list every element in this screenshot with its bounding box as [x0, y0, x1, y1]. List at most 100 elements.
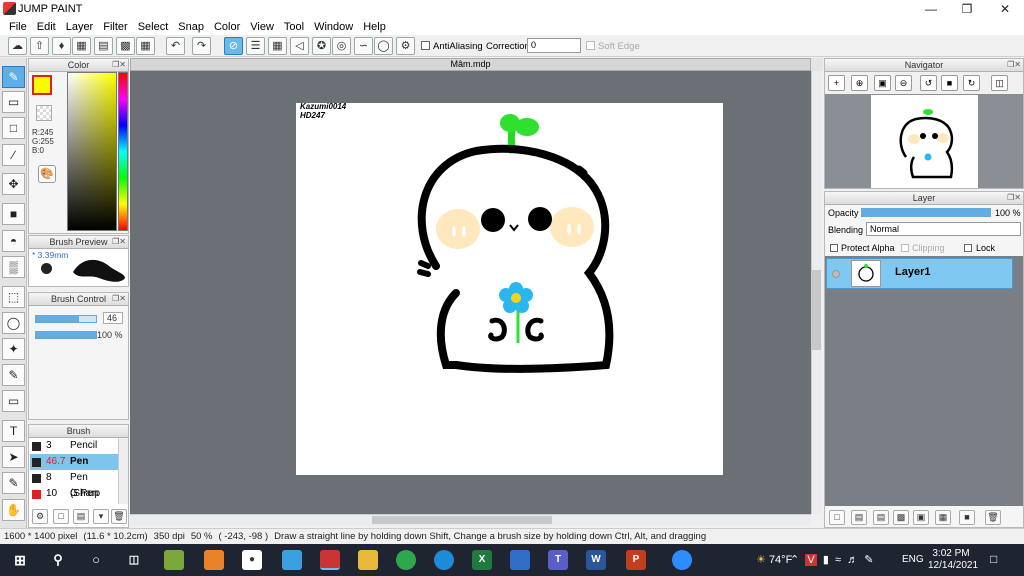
menu-file[interactable]: File [4, 21, 32, 33]
gradient-tool-icon[interactable]: ▒ [2, 256, 25, 278]
zoom-out-icon[interactable]: ⊖ [895, 75, 912, 91]
navigator-thumbnail[interactable] [871, 95, 978, 188]
blending-select[interactable]: Normal [866, 222, 1021, 236]
eraser-tool-icon[interactable]: ▭ [2, 91, 25, 113]
new-brush-icon[interactable]: □ [53, 509, 69, 524]
zoom-in-icon[interactable]: + [828, 75, 845, 91]
windows-start-icon[interactable]: ⊞ [10, 550, 30, 570]
menu-color[interactable]: Color [209, 21, 245, 33]
cross-snap-icon[interactable]: ▦ [268, 37, 287, 55]
folder-icon[interactable]: ▣ [913, 510, 929, 525]
menu-snap[interactable]: Snap [173, 21, 209, 33]
layer-visibility-icon[interactable] [832, 270, 840, 278]
pages-icon[interactable]: ▩ [116, 37, 135, 55]
minimize-icon[interactable]: — [914, 0, 948, 18]
search-icon[interactable]: ⚲ [48, 550, 68, 570]
saturation-value-picker[interactable] [67, 72, 117, 231]
share-icon[interactable]: ⇧ [30, 37, 49, 55]
copy-layer-icon[interactable]: ▤ [873, 510, 889, 525]
rotate-right-icon[interactable]: ↻ [963, 75, 980, 91]
select-pen-tool-icon[interactable]: ✎ [2, 364, 25, 386]
menu-select[interactable]: Select [133, 21, 174, 33]
taskbar-app-1-icon[interactable] [164, 550, 184, 570]
rectangle-tool-icon[interactable]: □ [2, 117, 25, 139]
palette-icon[interactable]: 🎨 [38, 165, 56, 183]
jump-paint-taskbar-icon[interactable] [320, 550, 340, 570]
menu-edit[interactable]: Edit [32, 21, 61, 33]
menu-layer[interactable]: Layer [61, 21, 99, 33]
select-eraser-tool-icon[interactable]: ▭ [2, 390, 25, 412]
hand-tool-icon[interactable]: ✋ [2, 499, 25, 521]
edge-icon[interactable] [434, 550, 454, 570]
panel-window-icon[interactable]: ❐✕ [1007, 193, 1021, 202]
tray-wifi-icon[interactable]: ≈ [835, 554, 841, 566]
bucket-tool-icon[interactable]: ◓ [2, 230, 25, 252]
comment-icon[interactable]: ♦ [52, 37, 71, 55]
brush-menu-icon[interactable]: ▾ [93, 509, 109, 524]
teams-icon[interactable]: T [548, 550, 568, 570]
close-icon[interactable]: ✕ [988, 0, 1022, 18]
tray-pen-icon[interactable]: ✎ [864, 554, 873, 566]
panel-window-icon[interactable]: ❐✕ [1007, 60, 1021, 69]
snap-off-icon[interactable]: ⊘ [224, 37, 243, 55]
excel-icon[interactable]: X [472, 550, 492, 570]
chat-icon[interactable]: ▦ [72, 37, 91, 55]
layer-opacity-slider[interactable] [861, 208, 991, 217]
hue-slider[interactable] [118, 72, 128, 231]
delete-brush-icon[interactable]: 🗑 [111, 509, 127, 524]
taskbar-clock[interactable]: 3:02 PM 12/14/2021 [928, 548, 978, 572]
vanishing-point-icon[interactable]: ◁ [290, 37, 309, 55]
menu-tool[interactable]: Tool [279, 21, 309, 33]
reset-view-icon[interactable]: ■ [941, 75, 958, 91]
word-icon[interactable]: W [586, 550, 606, 570]
tray-app-icon[interactable]: V [805, 554, 817, 566]
taskbar-app-4-icon[interactable] [510, 550, 530, 570]
document-icon[interactable]: ▤ [94, 37, 113, 55]
layer-row[interactable]: Layer1 [826, 258, 1013, 289]
brush-list-scrollbar[interactable] [118, 438, 128, 504]
language-indicator[interactable]: ENG [902, 554, 924, 565]
file-explorer-icon[interactable] [358, 550, 378, 570]
merge-down-icon[interactable]: ▦ [935, 510, 951, 525]
correction-select[interactable]: 0 [527, 38, 581, 53]
tray-volume-icon[interactable]: ♬ [847, 554, 858, 566]
radial-snap-icon[interactable]: ✪ [312, 37, 331, 55]
canvas-vertical-scroll-thumb[interactable] [812, 270, 821, 350]
canvas-horizontal-scroll-thumb[interactable] [372, 516, 552, 524]
eyedropper-tool-icon[interactable]: ✎ [2, 472, 25, 494]
panel-window-icon[interactable]: ❐✕ [112, 60, 126, 69]
taskbar-app-3-icon[interactable] [282, 550, 302, 570]
tray-battery-icon[interactable]: ▮ [823, 554, 829, 566]
weather-widget[interactable]: ☀ 74°F [756, 553, 792, 566]
soft-edge-checkbox[interactable] [586, 41, 595, 50]
brush-item-pencil[interactable]: 3 Pencil [30, 438, 118, 454]
halftone-layer-icon[interactable]: ▩ [893, 510, 909, 525]
layer-mask-icon[interactable]: ■ [959, 510, 975, 525]
antialiasing-checkbox[interactable] [421, 41, 430, 50]
undo-icon[interactable]: ↶ [166, 37, 185, 55]
maximize-icon[interactable]: ❐ [950, 0, 984, 18]
background-color-swatch[interactable] [36, 105, 52, 121]
brush-item-pen[interactable]: 46.7 Pen [30, 454, 118, 470]
rotate-left-icon[interactable]: ↺ [920, 75, 937, 91]
clipping-checkbox[interactable] [901, 244, 909, 252]
foreground-color-swatch[interactable] [32, 75, 52, 95]
menu-view[interactable]: View [245, 21, 279, 33]
lock-checkbox[interactable] [964, 244, 972, 252]
drawing-canvas[interactable] [296, 103, 723, 475]
flip-horizontal-icon[interactable]: ◫ [991, 75, 1008, 91]
zoom-app-icon[interactable] [672, 550, 692, 570]
fit-screen-icon[interactable]: ▣ [874, 75, 891, 91]
parallel-snap-icon[interactable]: ☰ [246, 37, 265, 55]
ellipse-snap-icon[interactable]: ◯ [374, 37, 393, 55]
task-view-icon[interactable]: ◫ [124, 550, 144, 570]
zoom-in-alt-icon[interactable]: ⊕ [851, 75, 868, 91]
brush-item-pen-sharp[interactable]: 8 Pen (Sharp [30, 470, 118, 499]
notification-icon[interactable]: □ [990, 552, 997, 566]
redo-icon[interactable]: ↷ [192, 37, 211, 55]
move-tool-icon[interactable]: ✥ [2, 173, 25, 195]
canvas-tab[interactable]: Mâm.mdp [130, 58, 811, 71]
circle-snap-icon[interactable]: ◎ [332, 37, 351, 55]
menu-help[interactable]: Help [358, 21, 391, 33]
curve-snap-icon[interactable]: ∽ [354, 37, 373, 55]
